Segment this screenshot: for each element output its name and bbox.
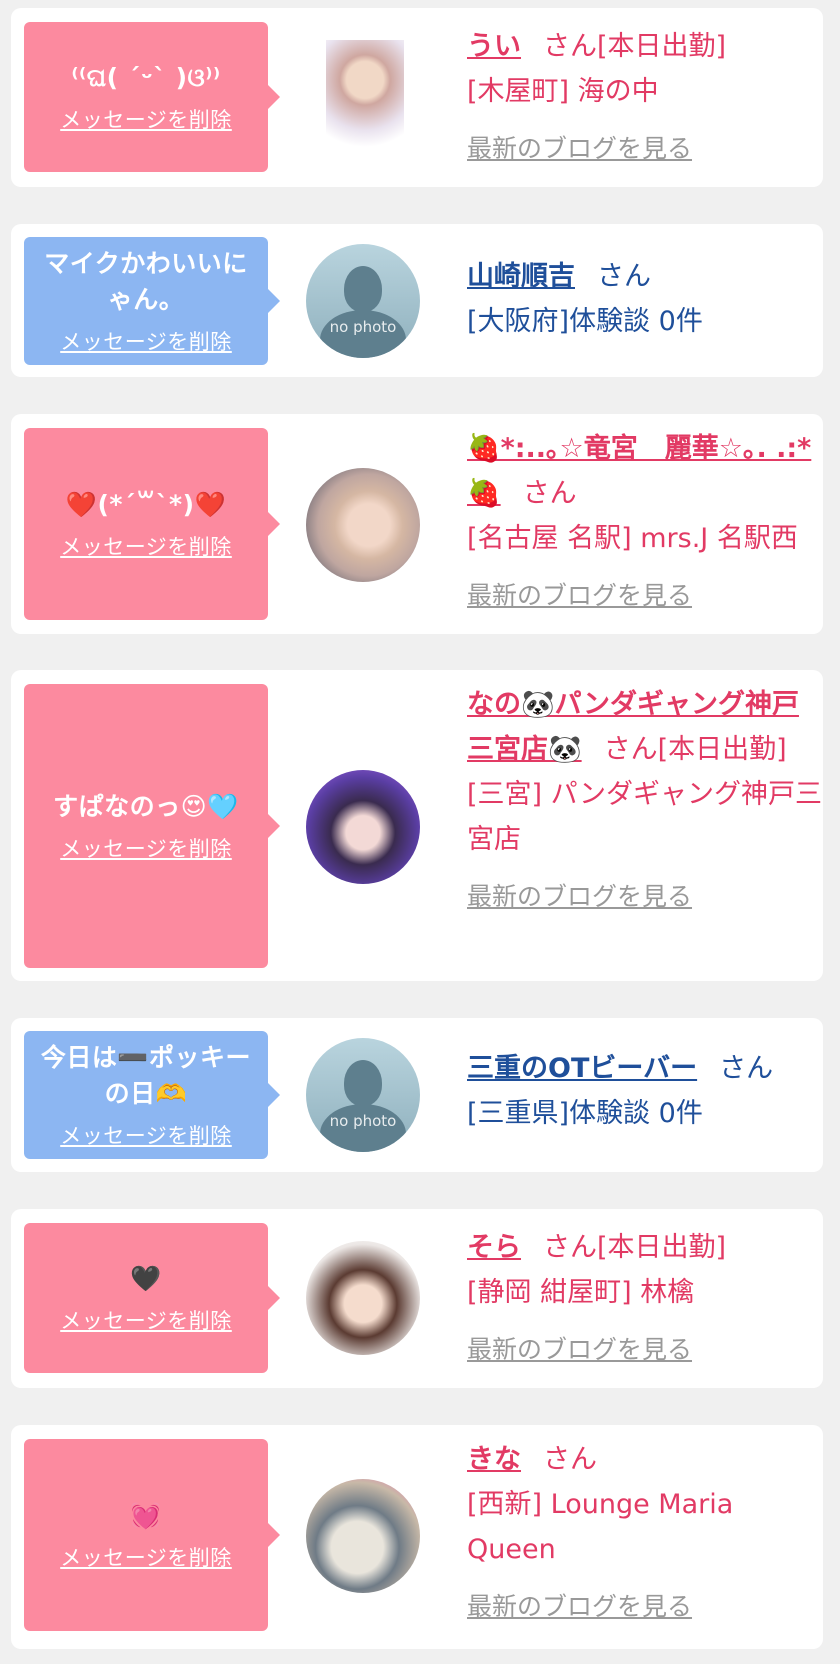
profile-info: 🍓*:..｡☆竜宮 麗華☆｡. .:*🍓 さん [名古屋 名駅] mrs.J 名駅… [467, 426, 823, 618]
profile-info: なの🐼パンダギャング神戸三宮店🐼 さん[本日出勤] [三宮] パンダギャング神戸三… [467, 682, 823, 919]
review-location: [大阪府]体験談 0件 [467, 306, 703, 337]
delete-message-link[interactable]: メッセージを削除 [60, 104, 232, 134]
no-photo-label: no photo [329, 1112, 397, 1130]
message-card: 💓 メッセージを削除 きな さん [西新] Lounge Maria Queen … [11, 1425, 823, 1649]
honorific: さん [543, 31, 597, 62]
avatar[interactable]: no photo [306, 1038, 420, 1152]
profile-info: うい さん[本日出勤] [木屋町] 海の中 最新のブログを見る [467, 24, 823, 171]
no-photo-silhouette-icon [344, 1060, 382, 1106]
profile-name-link[interactable]: 山崎順吉 [467, 261, 575, 292]
status-badge: [本日出勤] [597, 1232, 727, 1263]
delete-message-link[interactable]: メッセージを削除 [60, 1305, 232, 1335]
review-location: [三重県]体験談 0件 [467, 1098, 703, 1129]
no-photo-label: no photo [329, 318, 397, 336]
honorific: さん [522, 478, 577, 509]
avatar[interactable] [306, 468, 420, 582]
message-card: マイクかわいいにゃん。 メッセージを削除 no photo 山崎順吉 さん [大阪… [11, 224, 823, 377]
message-text: マイクかわいいにゃん。 [44, 249, 248, 314]
shop-location: [静岡 紺屋町] 林檎 [467, 1277, 695, 1308]
profile-name-link[interactable]: 🍓*:..｡☆竜宮 麗華☆｡. .:*🍓 [467, 433, 811, 509]
shop-location: [西新] Lounge Maria Queen [467, 1489, 734, 1565]
message-text: 💓 [130, 1501, 162, 1530]
status-badge: [本日出勤] [597, 31, 727, 62]
honorific: さん [603, 734, 658, 765]
profile-name-link[interactable]: そら [467, 1232, 521, 1263]
honorific: さん [543, 1444, 597, 1475]
message-text: ⁽⁽ଘ( ˊᵕˋ )ଓ⁾⁾ [71, 63, 221, 92]
latest-blog-link[interactable]: 最新のブログを見る [467, 1327, 692, 1372]
honorific: さん [719, 1053, 774, 1084]
message-text: すぱなのっ😍🩵 [53, 792, 239, 821]
profile-name-link[interactable]: うい [467, 31, 521, 62]
avatar[interactable] [306, 1241, 420, 1355]
message-text: 🖤 [130, 1264, 162, 1293]
profile-info: そら さん[本日出勤] [静岡 紺屋町] 林檎 最新のブログを見る [467, 1225, 823, 1372]
latest-blog-link[interactable]: 最新のブログを見る [467, 573, 692, 618]
avatar[interactable] [306, 1479, 420, 1593]
latest-blog-link[interactable]: 最新のブログを見る [467, 1584, 692, 1629]
profile-name-link[interactable]: 三重のOTビーバー [467, 1053, 697, 1084]
message-card: 今日は➖ポッキーの日🫶 メッセージを削除 no photo 三重のOTビーバーさ… [11, 1018, 823, 1172]
delete-message-link[interactable]: メッセージを削除 [60, 326, 232, 356]
status-badge: [本日出勤] [657, 734, 787, 765]
message-card: ❤️(*´꒳`*)❤️ メッセージを削除 🍓*:..｡☆竜宮 麗華☆｡. .:*… [11, 414, 823, 634]
profile-info: 山崎順吉 さん [大阪府]体験談 0件 [467, 254, 823, 344]
message-bubble: 今日は➖ポッキーの日🫶 メッセージを削除 [24, 1031, 280, 1159]
avatar[interactable]: no photo [306, 244, 420, 358]
message-text: ❤️(*´꒳`*)❤️ [65, 490, 227, 519]
message-bubble: 🖤 メッセージを削除 [24, 1223, 280, 1373]
avatar[interactable] [306, 770, 420, 884]
latest-blog-link[interactable]: 最新のブログを見る [467, 874, 692, 919]
message-bubble: マイクかわいいにゃん。 メッセージを削除 [24, 237, 280, 365]
message-bubble: すぱなのっ😍🩵 メッセージを削除 [24, 684, 280, 968]
message-bubble: 💓 メッセージを削除 [24, 1439, 280, 1631]
avatar[interactable] [326, 40, 404, 154]
shop-location: [三宮] パンダギャング神戸三宮店 [467, 779, 822, 855]
profile-name-link[interactable]: きな [467, 1444, 521, 1475]
no-photo-silhouette-icon [344, 266, 382, 312]
message-card: すぱなのっ😍🩵 メッセージを削除 なの🐼パンダギャング神戸三宮店🐼 さん[本日出勤… [11, 670, 823, 981]
latest-blog-link[interactable]: 最新のブログを見る [467, 126, 692, 171]
honorific: さん [597, 261, 651, 292]
message-bubble: ❤️(*´꒳`*)❤️ メッセージを削除 [24, 428, 280, 620]
profile-info: きな さん [西新] Lounge Maria Queen 最新のブログを見る [467, 1437, 823, 1629]
delete-message-link[interactable]: メッセージを削除 [60, 1542, 232, 1572]
honorific: さん [543, 1232, 597, 1263]
shop-location: [木屋町] 海の中 [467, 76, 659, 107]
message-card: 🖤 メッセージを削除 そら さん[本日出勤] [静岡 紺屋町] 林檎 最新のブログ… [11, 1209, 823, 1388]
message-bubble: ⁽⁽ଘ( ˊᵕˋ )ଓ⁾⁾ メッセージを削除 [24, 22, 280, 172]
delete-message-link[interactable]: メッセージを削除 [60, 531, 232, 561]
delete-message-link[interactable]: メッセージを削除 [60, 1120, 232, 1150]
delete-message-link[interactable]: メッセージを削除 [60, 833, 232, 863]
message-card: ⁽⁽ଘ( ˊᵕˋ )ଓ⁾⁾ メッセージを削除 うい さん[本日出勤] [木屋町] … [11, 8, 823, 187]
profile-info: 三重のOTビーバー さん [三重県]体験談 0件 [467, 1046, 823, 1136]
shop-location: [名古屋 名駅] mrs.J 名駅西 [467, 523, 798, 554]
message-text: 今日は➖ポッキーの日🫶 [40, 1043, 252, 1108]
